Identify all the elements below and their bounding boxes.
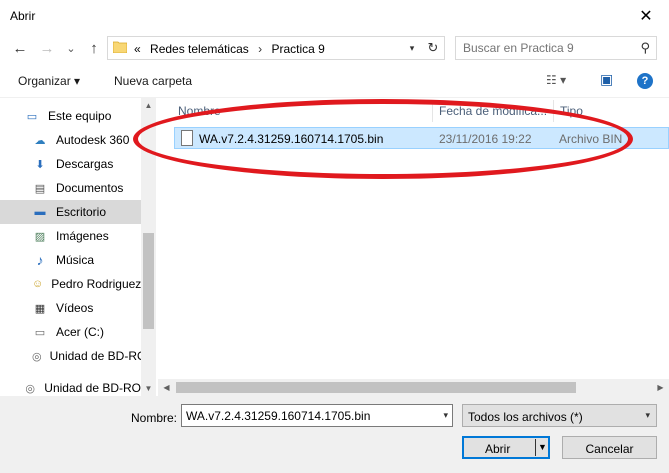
table-row[interactable]: WA.v7.2.4.31259.160714.1705.bin 23/11/20… bbox=[174, 127, 669, 149]
refresh-icon[interactable]: ↻ bbox=[424, 39, 442, 57]
sidebar-item-documents[interactable]: ▤ Documentos bbox=[0, 176, 141, 200]
command-toolbar: Organizar ▾ Nueva carpeta ☷ ▾ ▣ ? bbox=[0, 66, 669, 98]
title-bar: Abrir ✕ bbox=[0, 0, 669, 31]
sidebar-item-label: Escritorio bbox=[56, 205, 107, 219]
sidebar-item-videos[interactable]: ▦ Vídeos bbox=[0, 296, 141, 320]
view-options-icon[interactable]: ☷ ▾ bbox=[546, 73, 566, 87]
sidebar-item-label: Unidad de BD-RO bbox=[49, 349, 141, 363]
up-arrow-icon[interactable]: ↑ bbox=[84, 39, 104, 57]
file-type-value: Todos los archivos (*) bbox=[468, 410, 583, 424]
disc-drive-icon: ◎ bbox=[32, 350, 42, 363]
scroll-right-icon[interactable]: ▶ bbox=[653, 380, 668, 395]
breadcrumb: « Redes telemáticas › Practica 9 bbox=[134, 42, 331, 56]
breadcrumb-overflow[interactable]: « bbox=[134, 42, 141, 56]
disc-drive-icon: ◎ bbox=[25, 382, 35, 395]
sidebar-item-autodesk-360[interactable]: ☁ Autodesk 360 bbox=[0, 128, 141, 152]
sidebar-item-label: Descargas bbox=[56, 157, 114, 171]
breadcrumb-item[interactable]: Practica 9 bbox=[271, 42, 324, 56]
sidebar-scrollbar[interactable]: ▲ ▼ bbox=[141, 98, 156, 396]
image-icon: ▨ bbox=[34, 230, 46, 243]
help-icon[interactable]: ? bbox=[637, 73, 653, 89]
sidebar-item-music[interactable]: ♪ Música bbox=[0, 248, 141, 272]
recent-locations-icon[interactable]: ⌄ bbox=[61, 39, 81, 57]
address-bar[interactable]: « Redes telemáticas › Practica 9 ▾ ↻ bbox=[107, 36, 445, 60]
download-icon: ⬇ bbox=[35, 158, 45, 171]
file-date: 23/11/2016 19:22 bbox=[439, 132, 532, 146]
filename-field[interactable]: ▾ bbox=[181, 404, 453, 427]
file-list: Nombre Fecha de modifica... Tipo WA.v7.2… bbox=[158, 98, 669, 396]
sidebar-item-label: Música bbox=[56, 253, 95, 267]
scrollbar-thumb[interactable] bbox=[143, 233, 154, 329]
column-divider[interactable] bbox=[553, 100, 554, 122]
sidebar-item-pictures[interactable]: ▨ Imágenes bbox=[0, 224, 141, 248]
sidebar-item-bd-rom[interactable]: ◎ Unidad de BD-RO bbox=[0, 344, 141, 368]
sidebar-item-label: Imágenes bbox=[56, 229, 109, 243]
cancel-button-label: Cancelar bbox=[585, 442, 634, 456]
file-icon bbox=[181, 130, 193, 146]
scroll-down-icon[interactable]: ▼ bbox=[141, 381, 156, 396]
horizontal-scrollbar[interactable]: ◀ ▶ bbox=[158, 379, 669, 396]
split-divider bbox=[535, 439, 536, 456]
chevron-down-icon[interactable]: ▾ bbox=[404, 40, 420, 56]
preview-pane-icon[interactable]: ▣ bbox=[600, 71, 613, 88]
sidebar-item-label: Documentos bbox=[56, 181, 124, 195]
computer-icon: ▭ bbox=[26, 110, 38, 123]
user-icon: ☺ bbox=[32, 278, 44, 290]
chevron-down-icon[interactable]: ▾ bbox=[443, 410, 448, 421]
sidebar-item-user[interactable]: ☺ Pedro Rodriguez bbox=[0, 272, 141, 296]
scrollbar-thumb[interactable] bbox=[176, 382, 576, 393]
cancel-button[interactable]: Cancelar bbox=[562, 436, 657, 459]
column-header-date[interactable]: Fecha de modifica... bbox=[439, 104, 547, 118]
sidebar-item-label: Acer (C:) bbox=[56, 325, 104, 339]
navigation-pane: ▭ Este equipo ☁ Autodesk 360 ⬇ Descargas… bbox=[0, 98, 155, 396]
open-button-label: Abrir bbox=[485, 442, 511, 456]
file-name: WA.v7.2.4.31259.160714.1705.bin bbox=[199, 132, 384, 146]
filename-input[interactable] bbox=[182, 405, 432, 426]
scroll-up-icon[interactable]: ▲ bbox=[141, 98, 156, 113]
search-input[interactable] bbox=[456, 37, 631, 59]
sidebar-item-this-pc[interactable]: ▭ Este equipo bbox=[0, 104, 141, 128]
sidebar-item-downloads[interactable]: ⬇ Descargas bbox=[0, 152, 141, 176]
sidebar-item-label: Pedro Rodriguez bbox=[51, 277, 141, 291]
sidebar-item-label: Este equipo bbox=[48, 109, 112, 123]
back-arrow-icon[interactable]: ← bbox=[10, 39, 30, 57]
forward-arrow-icon[interactable]: → bbox=[37, 39, 57, 57]
desktop-icon: ▬ bbox=[34, 206, 46, 218]
cloud-icon: ☁ bbox=[34, 134, 46, 147]
sidebar-item-label: Vídeos bbox=[56, 301, 94, 315]
window-title: Abrir bbox=[10, 9, 36, 23]
open-button[interactable]: Abrir ▼ bbox=[462, 436, 550, 459]
dialog-footer: Nombre: ▾ Todos los archivos (*) ▾ Abrir… bbox=[0, 396, 669, 473]
sidebar-item-label: Unidad de BD-RO bbox=[44, 381, 141, 395]
close-icon[interactable]: ✕ bbox=[623, 0, 669, 31]
chevron-down-icon: ▾ bbox=[645, 410, 650, 420]
column-header-name[interactable]: Nombre bbox=[178, 104, 221, 118]
organize-button[interactable]: Organizar ▾ bbox=[18, 74, 80, 88]
sidebar-item-drive-c[interactable]: ▭ Acer (C:) bbox=[0, 320, 141, 344]
column-divider[interactable] bbox=[432, 100, 433, 122]
file-type: Archivo BIN bbox=[559, 132, 623, 146]
search-icon: ⚲ bbox=[640, 40, 650, 55]
file-type-select[interactable]: Todos los archivos (*) ▾ bbox=[462, 404, 657, 427]
music-icon: ♪ bbox=[36, 252, 44, 268]
column-header-type[interactable]: Tipo bbox=[560, 104, 583, 118]
sidebar-item-label: Autodesk 360 bbox=[56, 133, 130, 147]
breadcrumb-separator[interactable]: › bbox=[258, 42, 262, 56]
folder-icon bbox=[113, 41, 127, 53]
new-folder-button[interactable]: Nueva carpeta bbox=[114, 74, 192, 88]
video-icon: ▦ bbox=[34, 302, 46, 315]
drive-icon: ▭ bbox=[34, 326, 46, 339]
breadcrumb-item[interactable]: Redes telemáticas bbox=[150, 42, 249, 56]
chevron-down-icon[interactable]: ▼ bbox=[538, 442, 547, 452]
filename-label: Nombre: bbox=[131, 411, 178, 425]
document-icon: ▤ bbox=[34, 182, 46, 195]
scroll-left-icon[interactable]: ◀ bbox=[159, 380, 174, 395]
sidebar-item-desktop[interactable]: ▬ Escritorio bbox=[0, 200, 141, 224]
search-box[interactable]: ⚲ bbox=[455, 36, 657, 60]
